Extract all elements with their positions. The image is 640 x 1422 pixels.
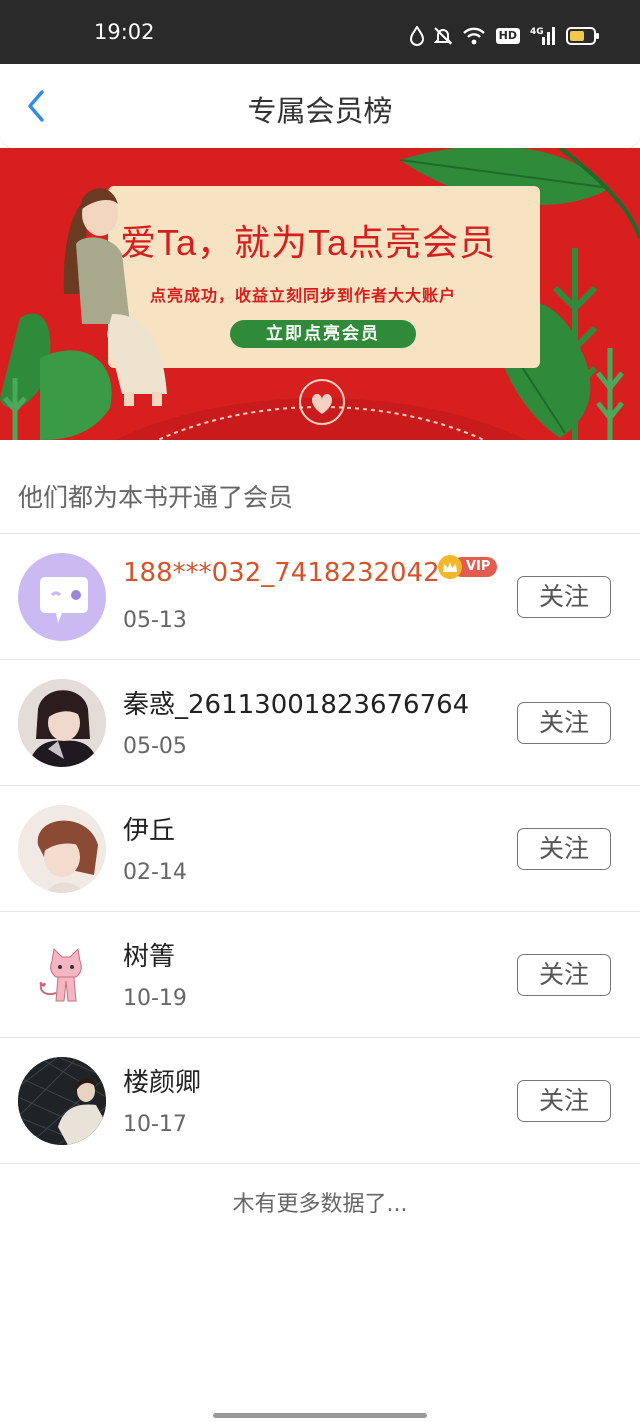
chat-bubble-icon [40, 577, 88, 623]
section-title: 他们都为本书开通了会员 [18, 483, 294, 512]
bell-off-icon [433, 27, 452, 45]
pink-cat-avatar[interactable] [18, 931, 106, 1019]
member-date: 05-13 [123, 608, 187, 633]
member-name[interactable]: 树箐 [123, 936, 175, 973]
member-date: 02-14 [123, 860, 187, 885]
home-indicator[interactable] [213, 1413, 427, 1418]
signal-icon: 4G [530, 27, 555, 45]
chat-bubble-avatar[interactable] [18, 553, 106, 641]
member-name[interactable]: 伊丘 [123, 810, 175, 847]
vip-badge: VIP [438, 555, 498, 579]
wifi-icon [462, 27, 485, 45]
member-name[interactable]: 188***032_7418232042 [123, 558, 440, 588]
photo-avatar[interactable] [18, 1057, 106, 1145]
banner-subtitle: 点亮成功，收益立刻同步到作者大大账户 [150, 286, 457, 305]
follow-button[interactable]: 关注 [517, 954, 611, 996]
member-name[interactable]: 秦惑_26113001823676764 [123, 684, 469, 721]
light-up-vip-button[interactable]: 立即点亮会员 [230, 320, 416, 348]
banner-title: 爱Ta，就为Ta点亮会员 [120, 222, 497, 263]
envelope-flap [115, 379, 527, 440]
follow-button[interactable]: 关注 [517, 702, 611, 744]
hd-badge: HD [495, 28, 520, 44]
crown-icon [438, 555, 462, 579]
member-date: 10-19 [123, 986, 187, 1011]
svg-text:4G: 4G [530, 27, 544, 37]
pink-cat-icon [39, 947, 82, 1002]
member-list: 188***032_7418232042 VIP 05-13 关注 秦惑_261… [0, 534, 640, 1164]
anime-portrait-avatar[interactable] [18, 805, 106, 893]
status-icons: HD 4G [409, 24, 600, 48]
status-bar: 19:02 HD 4G [0, 0, 640, 64]
member-date: 10-17 [123, 1112, 187, 1137]
no-more-data-text: 木有更多数据了... [232, 1192, 408, 1217]
follow-button[interactable]: 关注 [517, 576, 611, 618]
portrait-image [18, 805, 106, 893]
portrait-image [18, 679, 106, 767]
app-header: 专属会员榜 [0, 64, 640, 148]
follow-button[interactable]: 关注 [517, 828, 611, 870]
member-name[interactable]: 楼颜卿 [123, 1062, 201, 1099]
anime-portrait-avatar[interactable] [18, 679, 106, 767]
member-row[interactable]: 秦惑_26113001823676764 05-05 关注 [0, 660, 640, 786]
member-row[interactable]: 楼颜卿 10-17 关注 [0, 1038, 640, 1164]
member-date: 05-05 [123, 734, 187, 759]
member-row[interactable]: 树箐 10-19 关注 [0, 912, 640, 1038]
member-row[interactable]: 伊丘 02-14 关注 [0, 786, 640, 912]
follow-button[interactable]: 关注 [517, 1080, 611, 1122]
drop-icon [409, 26, 424, 46]
photo-image [18, 1057, 106, 1145]
status-time: 19:02 [94, 20, 155, 44]
page-title: 专属会员榜 [247, 94, 393, 128]
vip-promo-banner[interactable]: 爱Ta，就为Ta点亮会员 点亮成功，收益立刻同步到作者大大账户 立即点亮会员 [0, 148, 640, 440]
battery-icon [566, 27, 599, 45]
member-row[interactable]: 188***032_7418232042 VIP 05-13 关注 [0, 534, 640, 660]
